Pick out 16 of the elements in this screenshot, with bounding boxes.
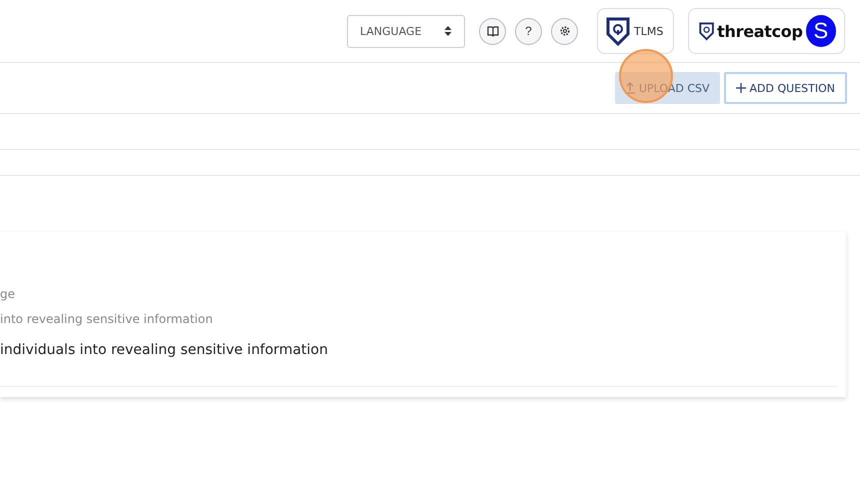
option-text: into revealing sensitive information bbox=[0, 312, 214, 328]
question-text: individuals into revealing sensitive information bbox=[0, 342, 329, 358]
shield-icon bbox=[699, 21, 714, 41]
settings-icon[interactable] bbox=[551, 18, 578, 44]
add-question-button[interactable]: ADD QUESTION bbox=[724, 72, 847, 104]
upload-icon bbox=[624, 82, 635, 94]
option-text: ge bbox=[0, 287, 16, 303]
logo-text: threatcop bbox=[717, 22, 803, 40]
plus-icon bbox=[736, 83, 746, 93]
language-select[interactable]: LANGUAGE bbox=[347, 14, 465, 48]
help-button[interactable]: ? bbox=[515, 18, 542, 44]
shield-icon bbox=[606, 16, 630, 46]
sort-icon bbox=[444, 25, 452, 37]
book-icon[interactable] bbox=[479, 18, 506, 44]
avatar[interactable]: S bbox=[806, 15, 836, 47]
tlms-button[interactable]: TLMS bbox=[597, 8, 674, 54]
